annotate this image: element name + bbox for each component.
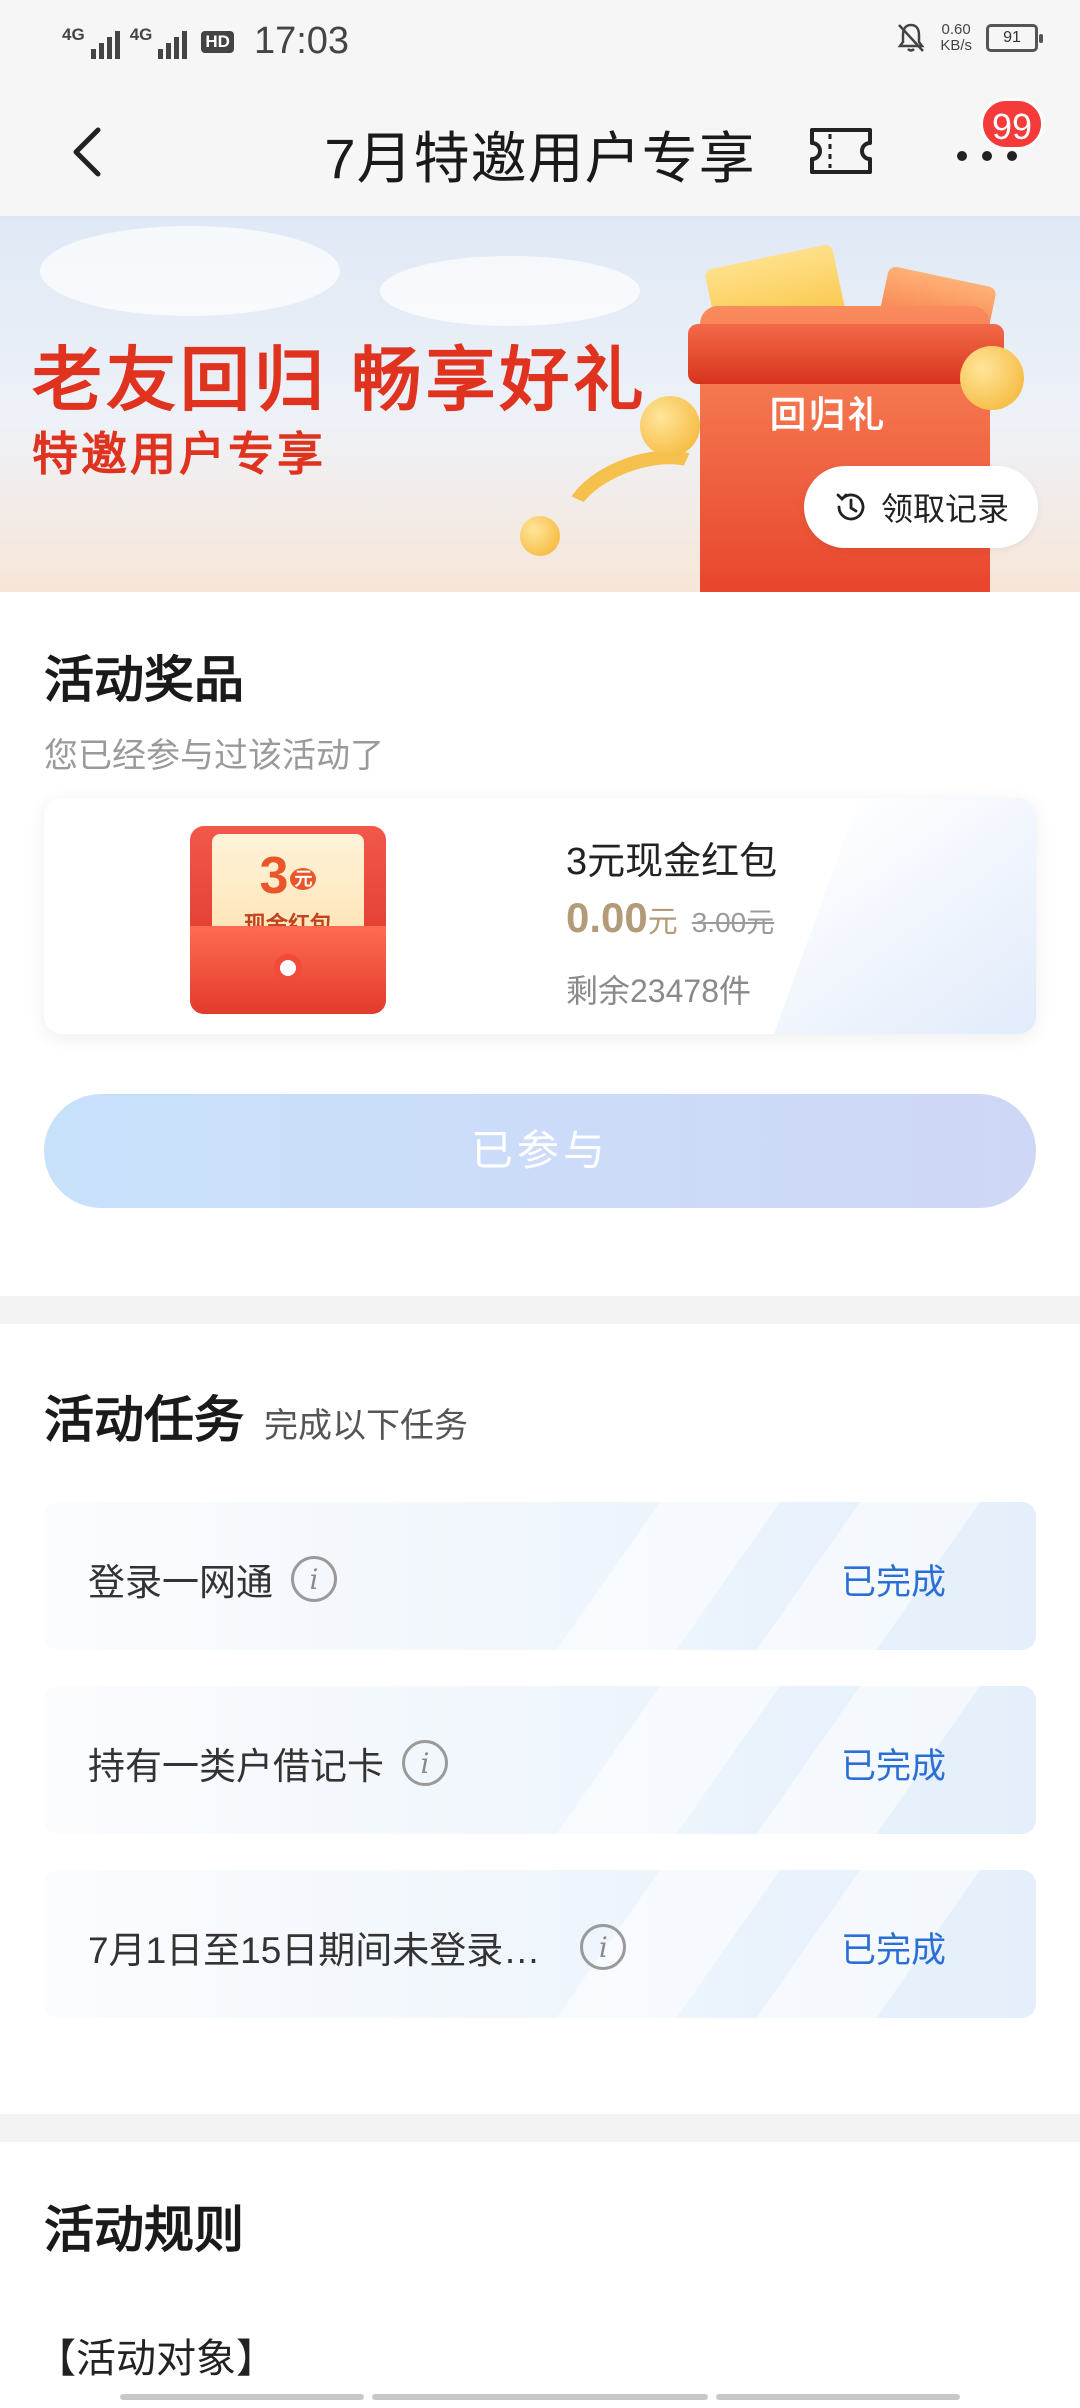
prize-section-subtitle: 您已经参与过该活动了 <box>44 737 384 775</box>
info-icon[interactable]: i <box>580 1924 627 1970</box>
coin-graphic <box>640 396 700 456</box>
joined-button[interactable]: 已参与 <box>44 1094 1036 1208</box>
claim-record-button[interactable]: 领取记录 <box>804 466 1038 548</box>
task-row[interactable]: 7月1日至15日期间未登录… i 已完成 <box>44 1870 1036 2018</box>
network-speed: 0.60 KB/s <box>940 21 972 54</box>
status-bar: 4G 4G HD 17:03 0.60 KB/s 91 <box>0 0 1080 86</box>
price-now: 0.00 <box>566 894 648 941</box>
red-packet-graphic: 3元 现金红包 <box>190 826 386 1014</box>
prize-stock: 剩余23478件 <box>566 973 751 1009</box>
task-label: 持有一类户借记卡 <box>88 1746 384 1787</box>
nav-bar: 7月特邀用户专享 99 <box>0 86 1080 216</box>
gift-label: 回归礼 <box>770 394 888 435</box>
battery-icon: 91 <box>986 24 1043 52</box>
task-status: 已完成 <box>840 1747 946 1786</box>
section-divider <box>0 1296 1080 1324</box>
prize-section-title: 活动奖品 <box>44 652 244 708</box>
page-title: 7月特邀用户专享 <box>324 127 756 190</box>
bell-muted-icon <box>897 23 925 52</box>
task-label: 登录一网通 <box>88 1562 273 1603</box>
task-row[interactable]: 登录一网通 i 已完成 <box>44 1502 1036 1650</box>
banner-title: 老友回归 畅享好礼 <box>32 341 648 419</box>
gift-box-lid <box>688 324 1004 384</box>
history-icon <box>836 493 865 521</box>
task-section-title: 活动任务 <box>44 1392 244 1448</box>
ticket-icon[interactable] <box>808 126 874 176</box>
notification-badge: 99 <box>980 98 1044 150</box>
prize-name: 3元现金红包 <box>566 841 778 883</box>
task-status: 已完成 <box>840 1563 946 1602</box>
task-label: 7月1日至15日期间未登录… <box>88 1930 541 1971</box>
coin-graphic <box>960 346 1024 410</box>
bottom-scroll-indicator <box>120 2394 960 2400</box>
prize-price: 0.00元 3.00元 <box>566 894 775 941</box>
info-icon[interactable]: i <box>402 1740 448 1786</box>
section-divider <box>0 2114 1080 2142</box>
signal-icon-2: 4G <box>130 25 188 59</box>
status-right: 0.60 KB/s 91 <box>896 21 1043 54</box>
status-time: 17:03 <box>253 20 350 62</box>
coin-graphic <box>520 516 560 556</box>
banner-subtitle: 特邀用户专享 <box>32 428 326 480</box>
signal-icon-1: 4G <box>62 25 120 59</box>
task-row[interactable]: 持有一类户借记卡 i 已完成 <box>44 1686 1036 1834</box>
info-icon[interactable]: i <box>291 1556 337 1602</box>
rule-heading: 【活动对象】 <box>36 2337 276 2381</box>
rules-section-title: 活动规则 <box>44 2202 244 2258</box>
task-status: 已完成 <box>840 1931 946 1970</box>
task-section-subtitle: 完成以下任务 <box>264 1407 468 1445</box>
price-original: 3.00元 <box>691 907 775 938</box>
status-left: 4G 4G HD 17:03 <box>62 20 349 63</box>
claim-record-label: 领取记录 <box>880 491 1009 527</box>
hd-voice-icon: HD <box>201 30 234 53</box>
